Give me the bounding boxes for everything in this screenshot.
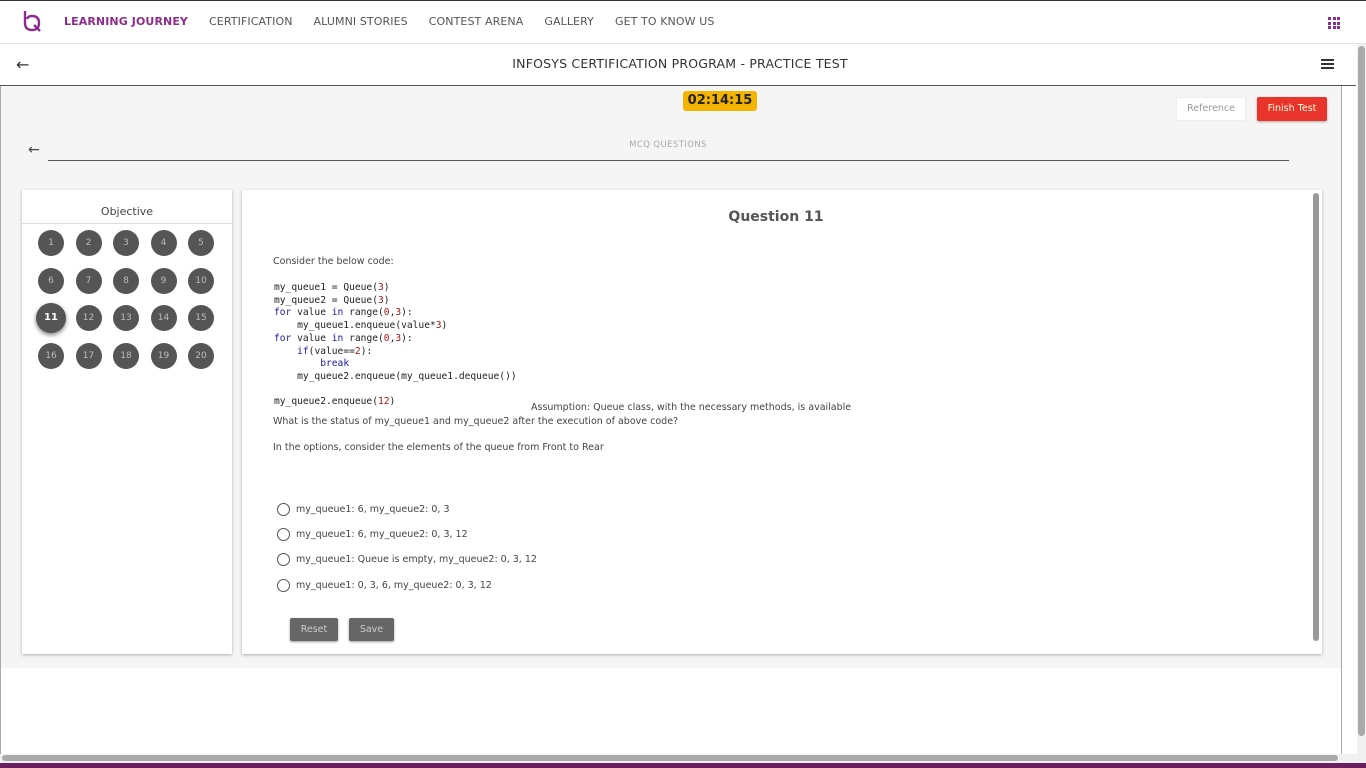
code-line: my_queue2.enqueue(12) — [274, 396, 396, 408]
option-1[interactable]: my_queue1: 6, my_queue2: 0, 3 — [277, 503, 450, 516]
question-panel: Question 11 Consider the below code: my_… — [242, 190, 1322, 654]
section-label: MCQ QUESTIONS — [629, 140, 707, 150]
nav-certification[interactable]: CERTIFICATION — [209, 15, 293, 28]
question-nav-16[interactable]: 16 — [38, 342, 64, 369]
question-nav-8[interactable]: 8 — [113, 267, 139, 294]
question-nav-9[interactable]: 9 — [150, 267, 177, 294]
nav-contest-arena[interactable]: CONTEST ARENA — [429, 15, 524, 28]
reset-button[interactable]: Reset — [290, 618, 338, 641]
test-header-area — [1, 86, 1341, 130]
question-title: Question 11 — [728, 209, 824, 225]
navigator-title: Objective — [22, 190, 232, 224]
option-label: my_queue1: Queue is empty, my_queue2: 0,… — [296, 554, 537, 565]
question-prompt: What is the status of my_queue1 and my_q… — [273, 416, 679, 427]
code-line: my_queue2.enqueue(my_queue1.dequeue()) — [274, 370, 517, 382]
page-horizontal-scrollbar[interactable] — [0, 754, 1357, 763]
save-button[interactable]: Save — [349, 618, 394, 641]
nav-links: LEARNING JOURNEY CERTIFICATION ALUMNI ST… — [64, 15, 735, 28]
question-nav-11[interactable]: 11 — [36, 303, 66, 333]
apps-grid-icon[interactable] — [1328, 17, 1340, 29]
question-nav-14[interactable]: 14 — [150, 305, 177, 331]
radio-option-1[interactable] — [277, 503, 290, 516]
code-block: my_queue1 = Queue(3) my_queue2 = Queue(3)… — [274, 282, 517, 409]
question-nav-17[interactable]: 17 — [75, 342, 102, 369]
code-line: my_queue1.enqueue(value*3) — [274, 320, 448, 332]
question-nav-18[interactable]: 18 — [113, 342, 139, 369]
nav-gallery[interactable]: GALLERY — [544, 15, 594, 28]
question-nav-4[interactable]: 4 — [150, 230, 177, 256]
question-nav-2[interactable]: 2 — [75, 230, 102, 256]
section-divider — [48, 160, 1289, 161]
finish-test-button[interactable]: Finish Test — [1257, 97, 1327, 121]
section-back-arrow-icon[interactable]: ← — [28, 142, 40, 158]
question-note: In the options, consider the elements of… — [273, 442, 604, 453]
option-4[interactable]: my_queue1: 0, 3, 6, my_queue2: 0, 3, 12 — [277, 579, 492, 592]
question-nav-1[interactable]: 1 — [38, 230, 64, 256]
question-nav-19[interactable]: 19 — [150, 342, 177, 369]
nav-learning-journey[interactable]: LEARNING JOURNEY — [64, 15, 188, 28]
option-3[interactable]: my_queue1: Queue is empty, my_queue2: 0,… — [277, 553, 537, 566]
option-2[interactable]: my_queue1: 6, my_queue2: 0, 3, 12 — [277, 528, 468, 541]
nav-alumni-stories[interactable]: ALUMNI STORIES — [314, 15, 408, 28]
question-nav-20[interactable]: 20 — [188, 342, 214, 369]
option-label: my_queue1: 6, my_queue2: 0, 3, 12 — [296, 529, 468, 540]
question-navigator: Objective 1 2 3 4 5 6 7 8 9 10 11 12 13 14 15 16 17 18 19 2… — [22, 190, 232, 654]
reference-button[interactable]: Reference — [1176, 97, 1246, 121]
code-line: for value in range(0,3): — [274, 332, 413, 344]
bottom-strip — [0, 763, 1366, 768]
radio-option-4[interactable] — [277, 579, 290, 592]
assumption-text: Assumption: Queue class, with the necess… — [531, 402, 852, 413]
question-nav-5[interactable]: 5 — [188, 230, 214, 256]
countdown-timer: 02:14:15 — [683, 91, 757, 111]
title-bar: ← INFOSYS CERTIFICATION PROGRAM - PRACTI… — [0, 44, 1356, 86]
code-line: break — [320, 358, 350, 370]
code-line: if(value==2): — [297, 345, 373, 357]
brand-logo-icon[interactable] — [20, 9, 44, 33]
question-intro: Consider the below code: — [273, 256, 394, 267]
question-nav-13[interactable]: 13 — [113, 305, 139, 331]
page-title: INFOSYS CERTIFICATION PROGRAM - PRACTICE… — [512, 56, 848, 71]
code-line: my_queue2 = Queue(3) — [274, 294, 390, 306]
question-grid: 1 2 3 4 5 6 7 8 9 10 11 12 13 14 15 16 17 18 19 20 — [36, 230, 214, 369]
nav-get-to-know-us[interactable]: GET TO KNOW US — [615, 15, 714, 28]
question-nav-15[interactable]: 15 — [188, 305, 214, 331]
option-label: my_queue1: 0, 3, 6, my_queue2: 0, 3, 12 — [296, 580, 492, 591]
option-label: my_queue1: 6, my_queue2: 0, 3 — [296, 504, 450, 515]
code-line: my_queue1 = Queue(3) — [274, 282, 390, 293]
radio-option-3[interactable] — [277, 553, 290, 566]
panel-scrollbar[interactable] — [1313, 193, 1319, 641]
question-nav-7[interactable]: 7 — [75, 267, 102, 294]
section-row — [1, 130, 1341, 174]
question-nav-12[interactable]: 12 — [75, 305, 102, 331]
top-navigation: LEARNING JOURNEY CERTIFICATION ALUMNI ST… — [0, 0, 1366, 44]
hamburger-menu-icon[interactable] — [1321, 59, 1334, 69]
radio-option-2[interactable] — [277, 528, 290, 541]
page-vertical-scrollbar[interactable] — [1357, 44, 1366, 768]
question-nav-6[interactable]: 6 — [38, 267, 64, 294]
question-nav-10[interactable]: 10 — [188, 267, 214, 294]
code-line: for value in range(0,3): — [274, 307, 413, 319]
question-nav-3[interactable]: 3 — [113, 230, 139, 256]
